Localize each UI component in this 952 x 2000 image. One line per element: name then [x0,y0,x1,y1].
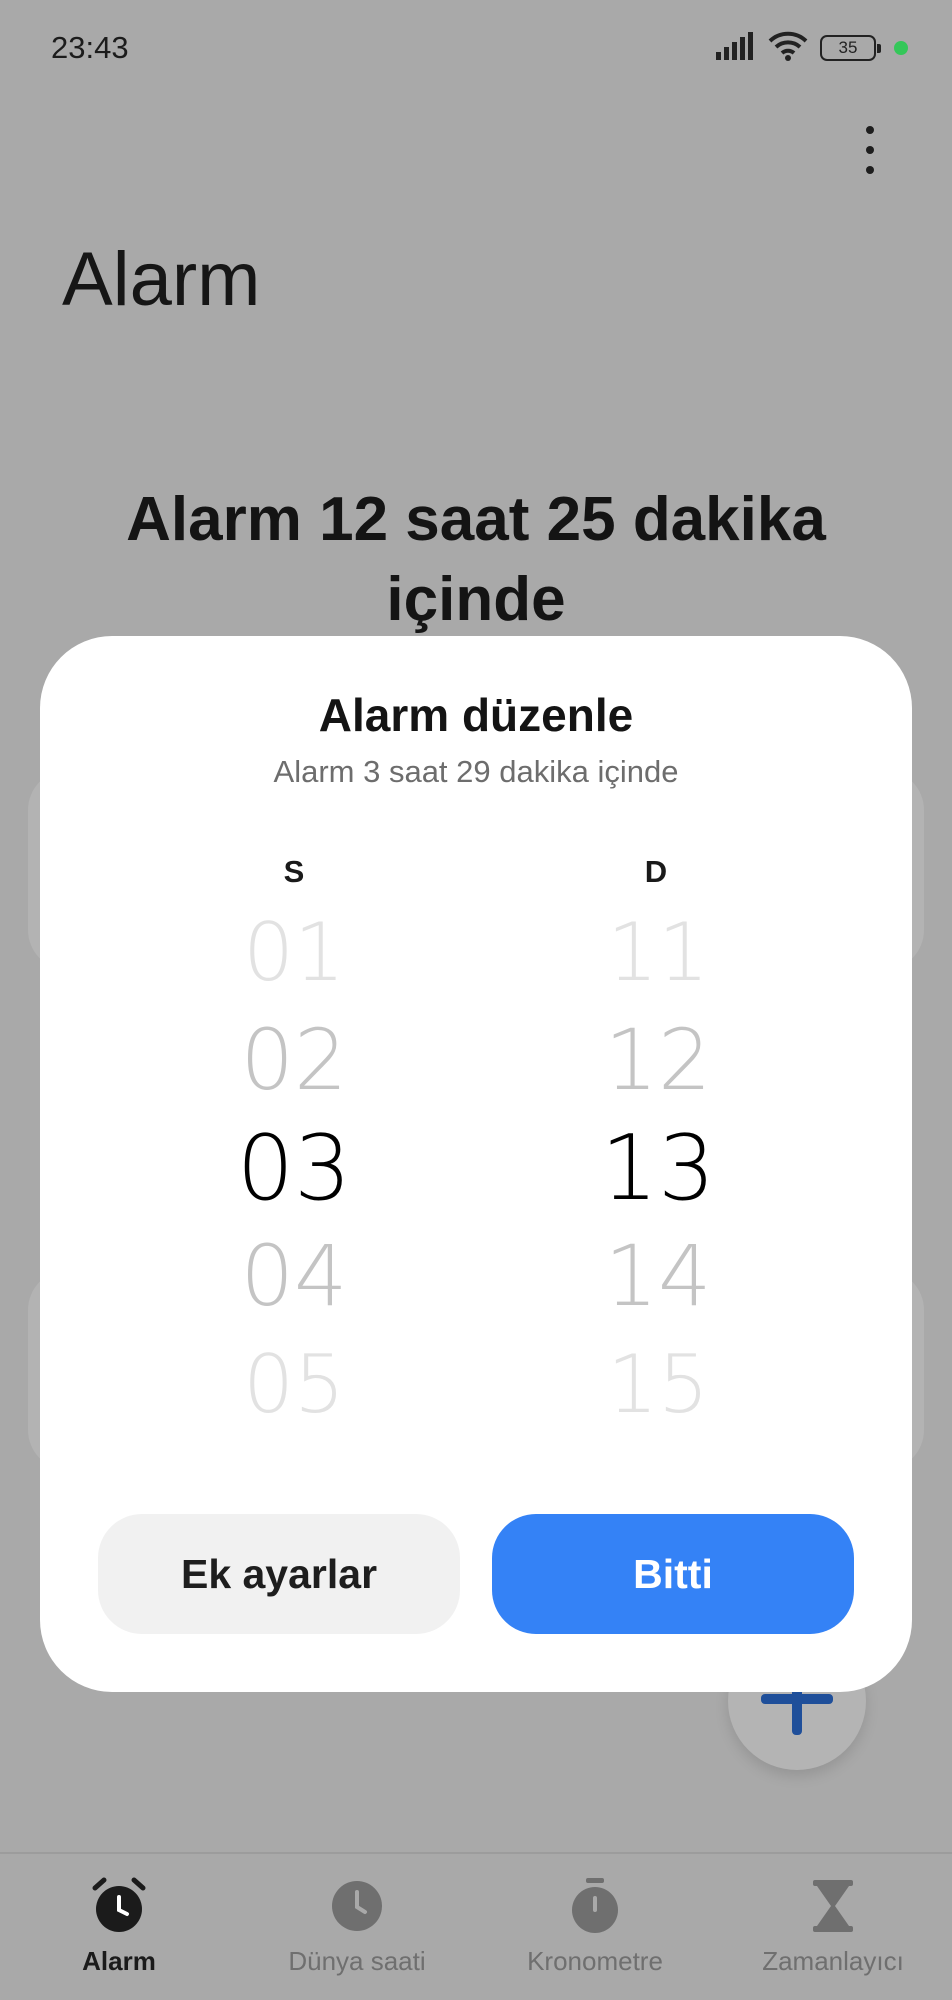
selected-hour[interactable]: 03 [174,1114,414,1222]
clock-icon [327,1876,387,1936]
minute-column-label: D [644,854,668,889]
edit-alarm-dialog: Alarm düzenle Alarm 3 saat 29 dakika içi… [40,636,912,1692]
minute-option[interactable]: 14 [538,1222,778,1330]
nav-item-alarm[interactable]: Alarm [0,1854,238,2000]
wifi-icon [768,31,808,66]
more-options-button[interactable] [848,120,892,180]
page-title: Alarm [62,237,261,322]
more-dot [866,126,874,134]
minute-option[interactable]: 11 [538,898,778,1006]
hour-column-label: S [283,854,305,889]
more-dot [866,166,874,174]
minute-option[interactable]: 15 [538,1330,778,1438]
status-icons: 35 [716,30,908,66]
status-time: 23:43 [51,30,129,65]
hour-option[interactable]: 04 [174,1222,414,1330]
nav-label-timer: Zamanlayıcı [762,1946,904,1976]
minute-option[interactable]: 12 [538,1006,778,1114]
nav-label-alarm: Alarm [82,1946,156,1976]
alarm-clock-icon [89,1876,149,1936]
hour-option[interactable]: 01 [174,898,414,1006]
signal-icon [716,31,756,65]
next-alarm-countdown: Alarm 12 saat 25 dakika içinde [126,485,826,634]
hourglass-icon [803,1876,863,1936]
nav-item-stopwatch[interactable]: Kronometre [476,1854,714,2000]
dialog-title: Alarm düzenle [318,689,634,741]
dialog-subtitle: Alarm 3 saat 29 dakika içinde [273,754,679,789]
done-button[interactable]: Bitti [492,1514,854,1634]
hour-option[interactable]: 02 [174,1006,414,1114]
bottom-navigation: Alarm Dünya saati Kronometre Zamanlayıcı [0,1852,952,2000]
privacy-indicator-dot [894,41,908,55]
hour-picker-wheel[interactable]: 01 02 03 04 05 [174,898,414,1438]
more-dot [866,146,874,154]
extra-settings-button[interactable]: Ek ayarlar [98,1514,460,1634]
hour-option[interactable]: 05 [174,1330,414,1438]
battery-icon: 35 [820,35,881,61]
selected-minute[interactable]: 13 [538,1114,778,1222]
minute-picker-wheel[interactable]: 11 12 13 14 15 [538,898,778,1438]
nav-label-world-clock: Dünya saati [288,1946,426,1976]
status-bar: 23:43 35 [0,0,952,96]
nav-label-stopwatch: Kronometre [527,1946,663,1976]
battery-level: 35 [838,38,858,57]
stopwatch-icon [565,1876,625,1936]
nav-item-timer[interactable]: Zamanlayıcı [714,1854,952,2000]
nav-item-world-clock[interactable]: Dünya saati [238,1854,476,2000]
